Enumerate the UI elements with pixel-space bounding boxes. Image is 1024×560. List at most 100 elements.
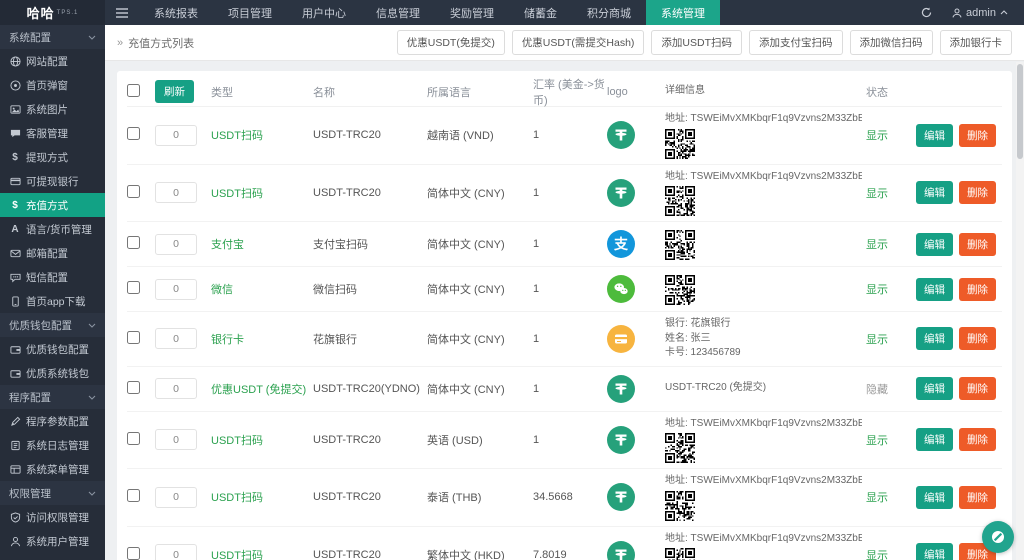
row-checkbox[interactable]	[127, 236, 140, 249]
nav-item-奖励管理[interactable]: 奖励管理	[435, 0, 509, 25]
sidebar-item-优质钱包配置[interactable]: 优质钱包配置	[0, 337, 105, 361]
edit-button[interactable]: 编辑	[916, 543, 953, 560]
delete-button[interactable]: 删除	[959, 377, 996, 400]
status-toggle-link[interactable]: 显示	[866, 284, 888, 296]
sort-input[interactable]	[155, 486, 197, 508]
edit-button[interactable]: 编辑	[916, 377, 953, 400]
sort-input[interactable]	[155, 544, 197, 560]
delete-button[interactable]: 删除	[959, 181, 996, 205]
sidebar-item-系统菜单管理[interactable]: 系统菜单管理	[0, 457, 105, 481]
scrollbar-thumb[interactable]	[1017, 64, 1023, 159]
type-link[interactable]: 微信	[211, 284, 233, 296]
delete-button[interactable]: 删除	[959, 428, 996, 452]
type-link[interactable]: USDT扫码	[211, 130, 263, 142]
edit-button[interactable]: 编辑	[916, 123, 953, 147]
sidebar-group-程序配置[interactable]: 程序配置	[0, 385, 105, 409]
status-toggle-link[interactable]: 显示	[866, 492, 888, 504]
sort-input[interactable]	[155, 378, 197, 399]
sidebar-item-系统用户管理[interactable]: 系统用户管理	[0, 529, 105, 553]
type-link[interactable]: 银行卡	[211, 334, 244, 346]
type-link[interactable]: USDT扫码	[211, 188, 263, 200]
user-menu[interactable]: admin	[952, 7, 1008, 19]
row-checkbox[interactable]	[127, 431, 140, 445]
sidebar-item-短信配置[interactable]: 短信配置	[0, 265, 105, 289]
nav-item-系统管理[interactable]: 系统管理	[646, 0, 720, 25]
sidebar-item-客服管理[interactable]: 客服管理	[0, 121, 105, 145]
type-link[interactable]: 优惠USDT (免提交)	[211, 384, 306, 396]
delete-button[interactable]: 删除	[959, 277, 996, 301]
status-toggle-link[interactable]: 显示	[866, 334, 888, 346]
row-checkbox[interactable]	[127, 330, 140, 344]
sort-input[interactable]	[155, 429, 197, 451]
floating-theme-button[interactable]	[982, 521, 1014, 553]
row-checkbox[interactable]	[127, 489, 140, 503]
sidebar-item-首页弹窗[interactable]: 首页弹窗	[0, 73, 105, 97]
sidebar-item-程序参数配置[interactable]: 程序参数配置	[0, 409, 105, 433]
edit-button[interactable]: 编辑	[916, 428, 953, 452]
sidebar-item-可提现银行[interactable]: 可提现银行	[0, 169, 105, 193]
sort-input[interactable]	[155, 278, 197, 300]
nav-item-信息管理[interactable]: 信息管理	[361, 0, 435, 25]
edit-button[interactable]: 编辑	[916, 232, 953, 256]
nav-item-储蓄金[interactable]: 储蓄金	[509, 0, 572, 25]
toolbar-button-优惠USDT(需提交Hash)[interactable]: 优惠USDT(需提交Hash)	[511, 30, 645, 55]
delete-button[interactable]: 删除	[959, 327, 996, 351]
refresh-page-button[interactable]	[921, 7, 932, 18]
edit-button[interactable]: 编辑	[916, 181, 953, 205]
row-checkbox[interactable]	[127, 380, 140, 394]
sidebar-item-首页app下载[interactable]: 首页app下载	[0, 289, 105, 313]
type-link[interactable]: 支付宝	[211, 239, 244, 251]
nav-item-项目管理[interactable]: 项目管理	[213, 0, 287, 25]
status-toggle-link[interactable]: 显示	[866, 130, 888, 142]
row-checkbox[interactable]	[127, 281, 140, 294]
delete-button[interactable]: 删除	[959, 485, 996, 509]
delete-button[interactable]: 删除	[959, 232, 996, 256]
nav-item-积分商城[interactable]: 积分商城	[572, 0, 646, 25]
sidebar-item-优质系统钱包[interactable]: 优质系统钱包	[0, 361, 105, 385]
type-link[interactable]: USDT扫码	[211, 492, 263, 504]
status-toggle-link[interactable]: 显示	[866, 239, 888, 251]
row-checkbox[interactable]	[127, 127, 140, 141]
sidebar-item-充值方式[interactable]: $ 充值方式	[0, 193, 105, 217]
toolbar-button-添加微信扫码[interactable]: 添加微信扫码	[849, 30, 933, 55]
sidebar-group-label: 系统配置	[9, 31, 51, 44]
qr-code	[665, 186, 862, 216]
status-toggle-link[interactable]: 显示	[866, 188, 888, 200]
type-link[interactable]: USDT扫码	[211, 550, 263, 560]
sidebar-item-访问权限管理[interactable]: 访问权限管理	[0, 505, 105, 529]
status-toggle-link[interactable]: 显示	[866, 435, 888, 447]
vertical-scrollbar[interactable]	[1016, 62, 1024, 560]
edit-button[interactable]: 编辑	[916, 327, 953, 351]
select-all-checkbox[interactable]	[127, 83, 140, 97]
toolbar-button-添加支付宝扫码[interactable]: 添加支付宝扫码	[749, 30, 843, 55]
sidebar-item-提现方式[interactable]: $ 提现方式	[0, 145, 105, 169]
sort-input[interactable]	[155, 182, 197, 204]
sort-input[interactable]	[155, 328, 197, 350]
type-link[interactable]: USDT扫码	[211, 435, 263, 447]
sidebar-item-系统日志管理[interactable]: 系统日志管理	[0, 433, 105, 457]
delete-button[interactable]: 删除	[959, 123, 996, 147]
toolbar-button-添加USDT扫码[interactable]: 添加USDT扫码	[651, 30, 742, 55]
sort-input[interactable]	[155, 233, 197, 255]
refresh-sort-button[interactable]: 刷新	[155, 80, 194, 103]
sidebar-group-优质钱包配置[interactable]: 优质钱包配置	[0, 313, 105, 337]
sort-input[interactable]	[155, 124, 197, 146]
row-checkbox[interactable]	[127, 546, 140, 560]
sidebar-group-权限管理[interactable]: 权限管理	[0, 481, 105, 505]
sidebar-item-语言/货币管理[interactable]: A 语言/货币管理	[0, 217, 105, 241]
toolbar-button-优惠USDT(免提交)[interactable]: 优惠USDT(免提交)	[396, 30, 505, 55]
edit-button[interactable]: 编辑	[916, 485, 953, 509]
row-checkbox[interactable]	[127, 184, 140, 198]
sidebar-item-邮箱配置[interactable]: 邮箱配置	[0, 241, 105, 265]
status-toggle-link[interactable]: 显示	[866, 550, 888, 560]
nav-item-用户中心[interactable]: 用户中心	[287, 0, 361, 25]
status-toggle-link[interactable]: 隐藏	[866, 384, 888, 396]
nav-item-系统报表[interactable]: 系统报表	[139, 0, 213, 25]
sidebar-toggle-button[interactable]	[105, 0, 139, 25]
sidebar-item-系统图片[interactable]: 系统图片	[0, 97, 105, 121]
toolbar-button-添加银行卡[interactable]: 添加银行卡	[939, 30, 1012, 55]
sidebar-group-系统配置[interactable]: 系统配置	[0, 25, 105, 49]
sidebar-item-label: 语言/货币管理	[26, 223, 92, 236]
sidebar-item-网站配置[interactable]: 网站配置	[0, 49, 105, 73]
edit-button[interactable]: 编辑	[916, 277, 953, 301]
